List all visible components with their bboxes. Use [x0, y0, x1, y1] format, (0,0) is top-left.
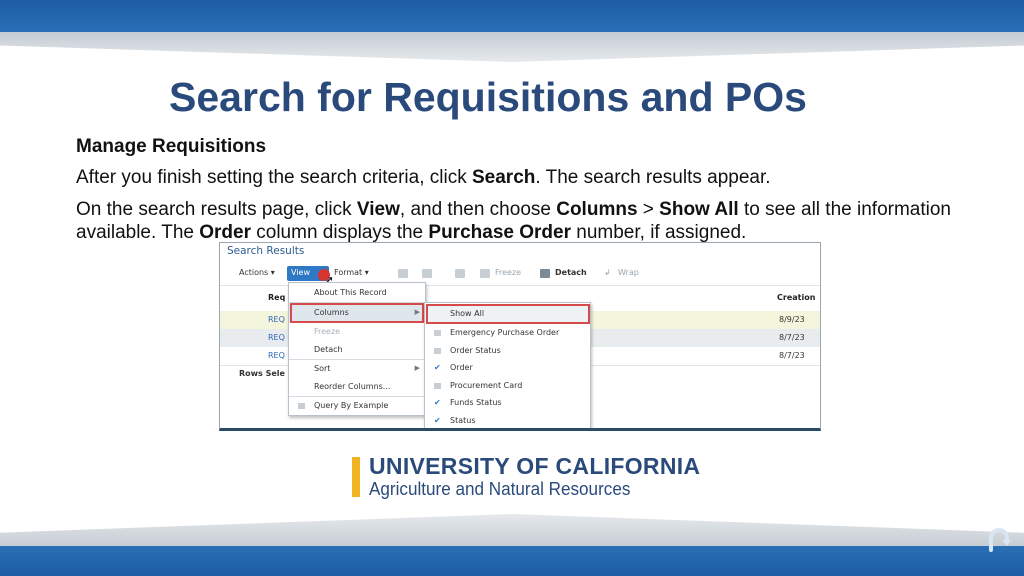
freeze-icon[interactable] — [480, 269, 490, 278]
columns-submenu: Show All Emergency Purchase Order Order … — [424, 302, 591, 428]
requisition-link[interactable]: REQ — [268, 333, 285, 342]
instruction-paragraph-1: After you finish setting the search crit… — [76, 167, 771, 188]
menu-item-freeze[interactable]: Freeze — [289, 323, 425, 341]
unchecked-icon — [434, 348, 441, 354]
checkmark-icon: ✔ — [434, 398, 441, 407]
columns-icon[interactable] — [422, 269, 432, 278]
results-toolbar: Actions ▾ View ➚ Format ▾ Freeze Detach … — [220, 265, 820, 287]
menu-item-order[interactable]: ✔ Order — [425, 359, 590, 377]
search-results-screenshot: Search Results Actions ▾ View ➚ Format ▾… — [219, 242, 821, 431]
rows-selected-label: Rows Sele — [239, 369, 285, 378]
wrap-icon[interactable]: ↲ — [604, 268, 611, 277]
menu-item-about-this-record[interactable]: About This Record — [289, 284, 425, 302]
columns-highlight-box — [290, 303, 424, 323]
menu-item-order-status[interactable]: Order Status — [425, 342, 590, 360]
submenu-arrow-icon: ▶ — [414, 364, 420, 372]
slide-title: Search for Requisitions and POs — [169, 74, 807, 120]
menu-item-emergency-purchase-order[interactable]: Emergency Purchase Order — [425, 324, 590, 342]
logo-university-name: UNIVERSITY OF CALIFORNIA — [369, 453, 701, 479]
instruction-paragraph-2: On the search results page, click View, … — [76, 199, 951, 243]
column-header-requisition[interactable]: Req — [268, 293, 285, 302]
menu-item-sort[interactable]: Sort ▶ — [289, 360, 425, 378]
bottom-gray-band — [0, 514, 1024, 548]
creation-date: 8/9/23 — [779, 315, 805, 324]
format-menu[interactable]: Format ▾ — [334, 268, 369, 277]
table-icon[interactable] — [398, 269, 408, 278]
return-arrow-icon[interactable] — [986, 526, 1012, 552]
detach-icon[interactable] — [540, 269, 550, 278]
menu-item-reorder-columns[interactable]: Reorder Columns... — [289, 378, 425, 396]
logo-gold-bar — [352, 457, 360, 497]
view-dropdown-menu: About This Record Columns ▶ Freeze Detach… — [288, 282, 426, 416]
query-icon — [298, 403, 305, 409]
export-icon[interactable] — [455, 269, 465, 278]
top-blue-band — [0, 0, 1024, 32]
checkmark-icon: ✔ — [434, 416, 441, 425]
show-all-highlight-box — [426, 304, 590, 324]
unchecked-icon — [434, 330, 441, 336]
search-results-title: Search Results — [227, 245, 305, 257]
menu-item-detach[interactable]: Detach — [289, 341, 425, 359]
top-gray-band — [0, 32, 1024, 62]
bottom-blue-band — [0, 546, 1024, 576]
wrap-button[interactable]: Wrap — [618, 268, 639, 277]
requisition-link[interactable]: REQ — [268, 315, 285, 324]
menu-item-procurement-card[interactable]: Procurement Card — [425, 377, 590, 395]
creation-date: 8/7/23 — [779, 351, 805, 360]
menu-item-funds-status[interactable]: ✔ Funds Status — [425, 394, 590, 412]
logo-division-name: Agriculture and Natural Resources — [369, 479, 631, 499]
unchecked-icon — [434, 383, 441, 389]
requisition-link[interactable]: REQ — [268, 351, 285, 360]
menu-item-query-by-example[interactable]: Query By Example — [289, 397, 425, 415]
freeze-button[interactable]: Freeze — [495, 268, 521, 277]
menu-item-status[interactable]: ✔ Status — [425, 412, 590, 428]
section-heading: Manage Requisitions — [76, 136, 267, 157]
column-header-creation[interactable]: Creation — [777, 293, 815, 302]
checkmark-icon: ✔ — [434, 363, 441, 372]
creation-date: 8/7/23 — [779, 333, 805, 342]
actions-menu[interactable]: Actions ▾ — [239, 268, 275, 277]
detach-button[interactable]: Detach — [555, 268, 587, 277]
